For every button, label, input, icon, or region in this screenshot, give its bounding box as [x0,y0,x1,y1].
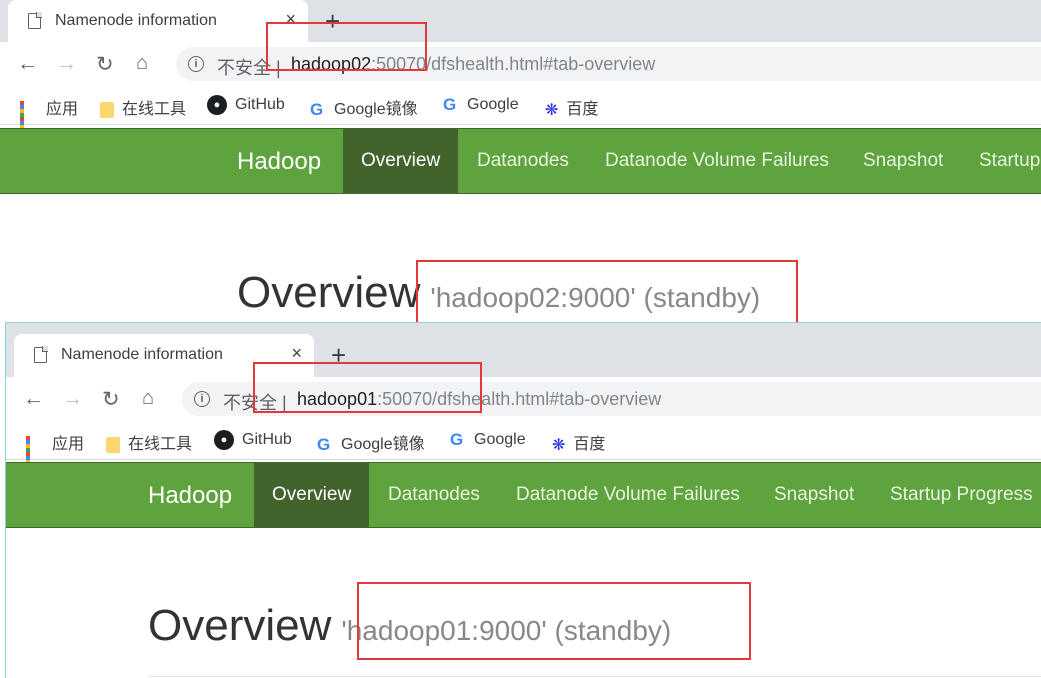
hadoop-navbar: Hadoop Overview Datanodes Datanode Volum… [0,128,1041,194]
browser-window-hadoop02: Namenode information × + ← → ↻ ⌂ i 不安全 |… [0,0,1041,322]
hadoop-brand[interactable]: Hadoop [237,148,321,176]
address-bar[interactable]: i 不安全 | hadoop02:50070/dfshealth.html#ta… [176,47,1041,81]
bookmark-online-tools[interactable]: 在线工具 [100,95,186,119]
info-icon[interactable]: i [188,56,204,72]
browser-window-hadoop01: Namenode information × + ← → ↻ ⌂ i 不安全 |… [5,322,1041,678]
apps-grid-icon [26,435,44,472]
tab-close-icon[interactable]: × [291,343,302,364]
nav-snapshot[interactable]: Snapshot [774,463,854,527]
overview-heading: Overview [237,268,421,317]
bookmarks-bar: 应用 在线工具 ● GitHub G Google镜像 G Google ❋ 百度 [0,86,1041,137]
google-icon: G [450,430,464,449]
forward-arrow-icon[interactable]: → [56,52,77,76]
bookmark-label: Google [467,96,519,114]
bookmark-label: Google镜像 [341,436,425,453]
nav-datanodes[interactable]: Datanodes [477,129,569,193]
nav-startup-progress[interactable]: Startup Progress [890,463,1033,527]
bookmark-label: 在线工具 [128,436,193,453]
bookmark-online-tools[interactable]: 在线工具 [106,430,192,454]
github-icon: ● [207,95,227,115]
folder-icon [106,436,120,453]
back-arrow-icon[interactable]: ← [17,52,38,76]
reload-icon[interactable]: ↻ [96,52,114,77]
bookmark-baidu[interactable]: ❋ 百度 [552,430,605,455]
bookmark-label: GitHub [242,431,292,449]
page-title: Overview 'hadoop01:9000' (standby) [148,601,671,651]
bookmark-google-mirror[interactable]: G Google镜像 [317,430,425,455]
bookmark-google[interactable]: G Google [443,95,519,115]
nav-overview[interactable]: Overview [254,463,370,527]
nav-datanodes[interactable]: Datanodes [388,463,480,527]
bookmark-label: 百度 [566,101,599,118]
folder-icon [100,101,114,118]
bookmark-apps[interactable]: 应用 [20,95,79,137]
browser-toolbar: ← → ↻ ⌂ i 不安全 | hadoop01:50070/dfshealth… [6,377,1041,421]
browser-tab[interactable]: Namenode information × [8,0,308,42]
insecure-label: 不安全 | [223,393,287,413]
hadoop-navbar: Hadoop Overview Datanodes Datanode Volum… [6,462,1041,528]
bookmark-apps[interactable]: 应用 [26,430,85,472]
overview-heading: Overview [148,601,332,650]
bookmark-label: 应用 [52,436,85,453]
url-text[interactable]: hadoop02:50070/dfshealth.html#tab-overvi… [291,54,655,75]
tab-strip: Namenode information × + [6,323,1041,377]
browser-toolbar: ← → ↻ ⌂ i 不安全 | hadoop02:50070/dfshealth… [0,42,1041,86]
baidu-paw-icon: ❋ [545,101,559,119]
url-text[interactable]: hadoop01:50070/dfshealth.html#tab-overvi… [297,389,661,410]
bookmark-label: Google [474,431,526,449]
bookmark-label: 应用 [46,101,79,118]
tab-title: Namenode information [61,346,223,363]
bookmark-label: GitHub [235,96,285,114]
bookmark-baidu[interactable]: ❋ 百度 [545,95,598,120]
hadoop-brand[interactable]: Hadoop [148,482,232,510]
nav-snapshot[interactable]: Snapshot [863,129,943,193]
browser-tab[interactable]: Namenode information × [14,334,314,377]
address-bar[interactable]: i 不安全 | hadoop01:50070/dfshealth.html#ta… [182,382,1041,416]
home-icon[interactable]: ⌂ [142,387,154,410]
namenode-status: 'hadoop01:9000' (standby) [341,615,672,646]
document-icon [34,346,48,363]
baidu-paw-icon: ❋ [552,436,566,454]
info-icon[interactable]: i [194,391,210,407]
bookmark-github[interactable]: ● GitHub [207,95,285,115]
google-icon: G [317,434,331,454]
page-title: Overview 'hadoop02:9000' (standby) [237,268,760,318]
github-icon: ● [214,430,234,450]
url-host: hadoop01 [297,389,378,409]
nav-overview[interactable]: Overview [343,129,459,193]
apps-grid-icon [20,100,38,137]
google-icon: G [310,99,324,119]
reload-icon[interactable]: ↻ [102,387,120,412]
namenode-status: 'hadoop02:9000' (standby) [430,282,761,313]
nav-datanode-volume-failures[interactable]: Datanode Volume Failures [605,129,829,193]
new-tab-button[interactable]: + [331,340,346,371]
url-path: :50070/dfshealth.html#tab-overview [371,54,656,74]
nav-startup-progress[interactable]: Startup Progress [979,129,1041,193]
bookmark-google-mirror[interactable]: G Google镜像 [310,95,418,120]
new-tab-button[interactable]: + [325,6,340,37]
bookmark-google[interactable]: G Google [450,430,526,450]
insecure-label: 不安全 | [217,58,281,78]
home-icon[interactable]: ⌂ [136,52,148,75]
tab-close-icon[interactable]: × [285,9,296,30]
tab-title: Namenode information [55,12,217,29]
google-icon: G [443,95,457,114]
nav-datanode-volume-failures[interactable]: Datanode Volume Failures [516,463,740,527]
bookmark-label: 百度 [573,436,606,453]
tab-strip: Namenode information × + [0,0,1041,42]
document-icon [28,12,42,29]
url-path: :50070/dfshealth.html#tab-overview [377,389,662,409]
bookmarks-bar: 应用 在线工具 ● GitHub G Google镜像 G Google ❋ 百度 [6,421,1041,472]
url-host: hadoop02 [291,54,372,74]
back-arrow-icon[interactable]: ← [23,387,44,411]
bookmark-github[interactable]: ● GitHub [214,430,292,450]
forward-arrow-icon[interactable]: → [62,387,83,411]
bookmark-label: Google镜像 [334,101,418,118]
bookmark-label: 在线工具 [122,101,187,118]
